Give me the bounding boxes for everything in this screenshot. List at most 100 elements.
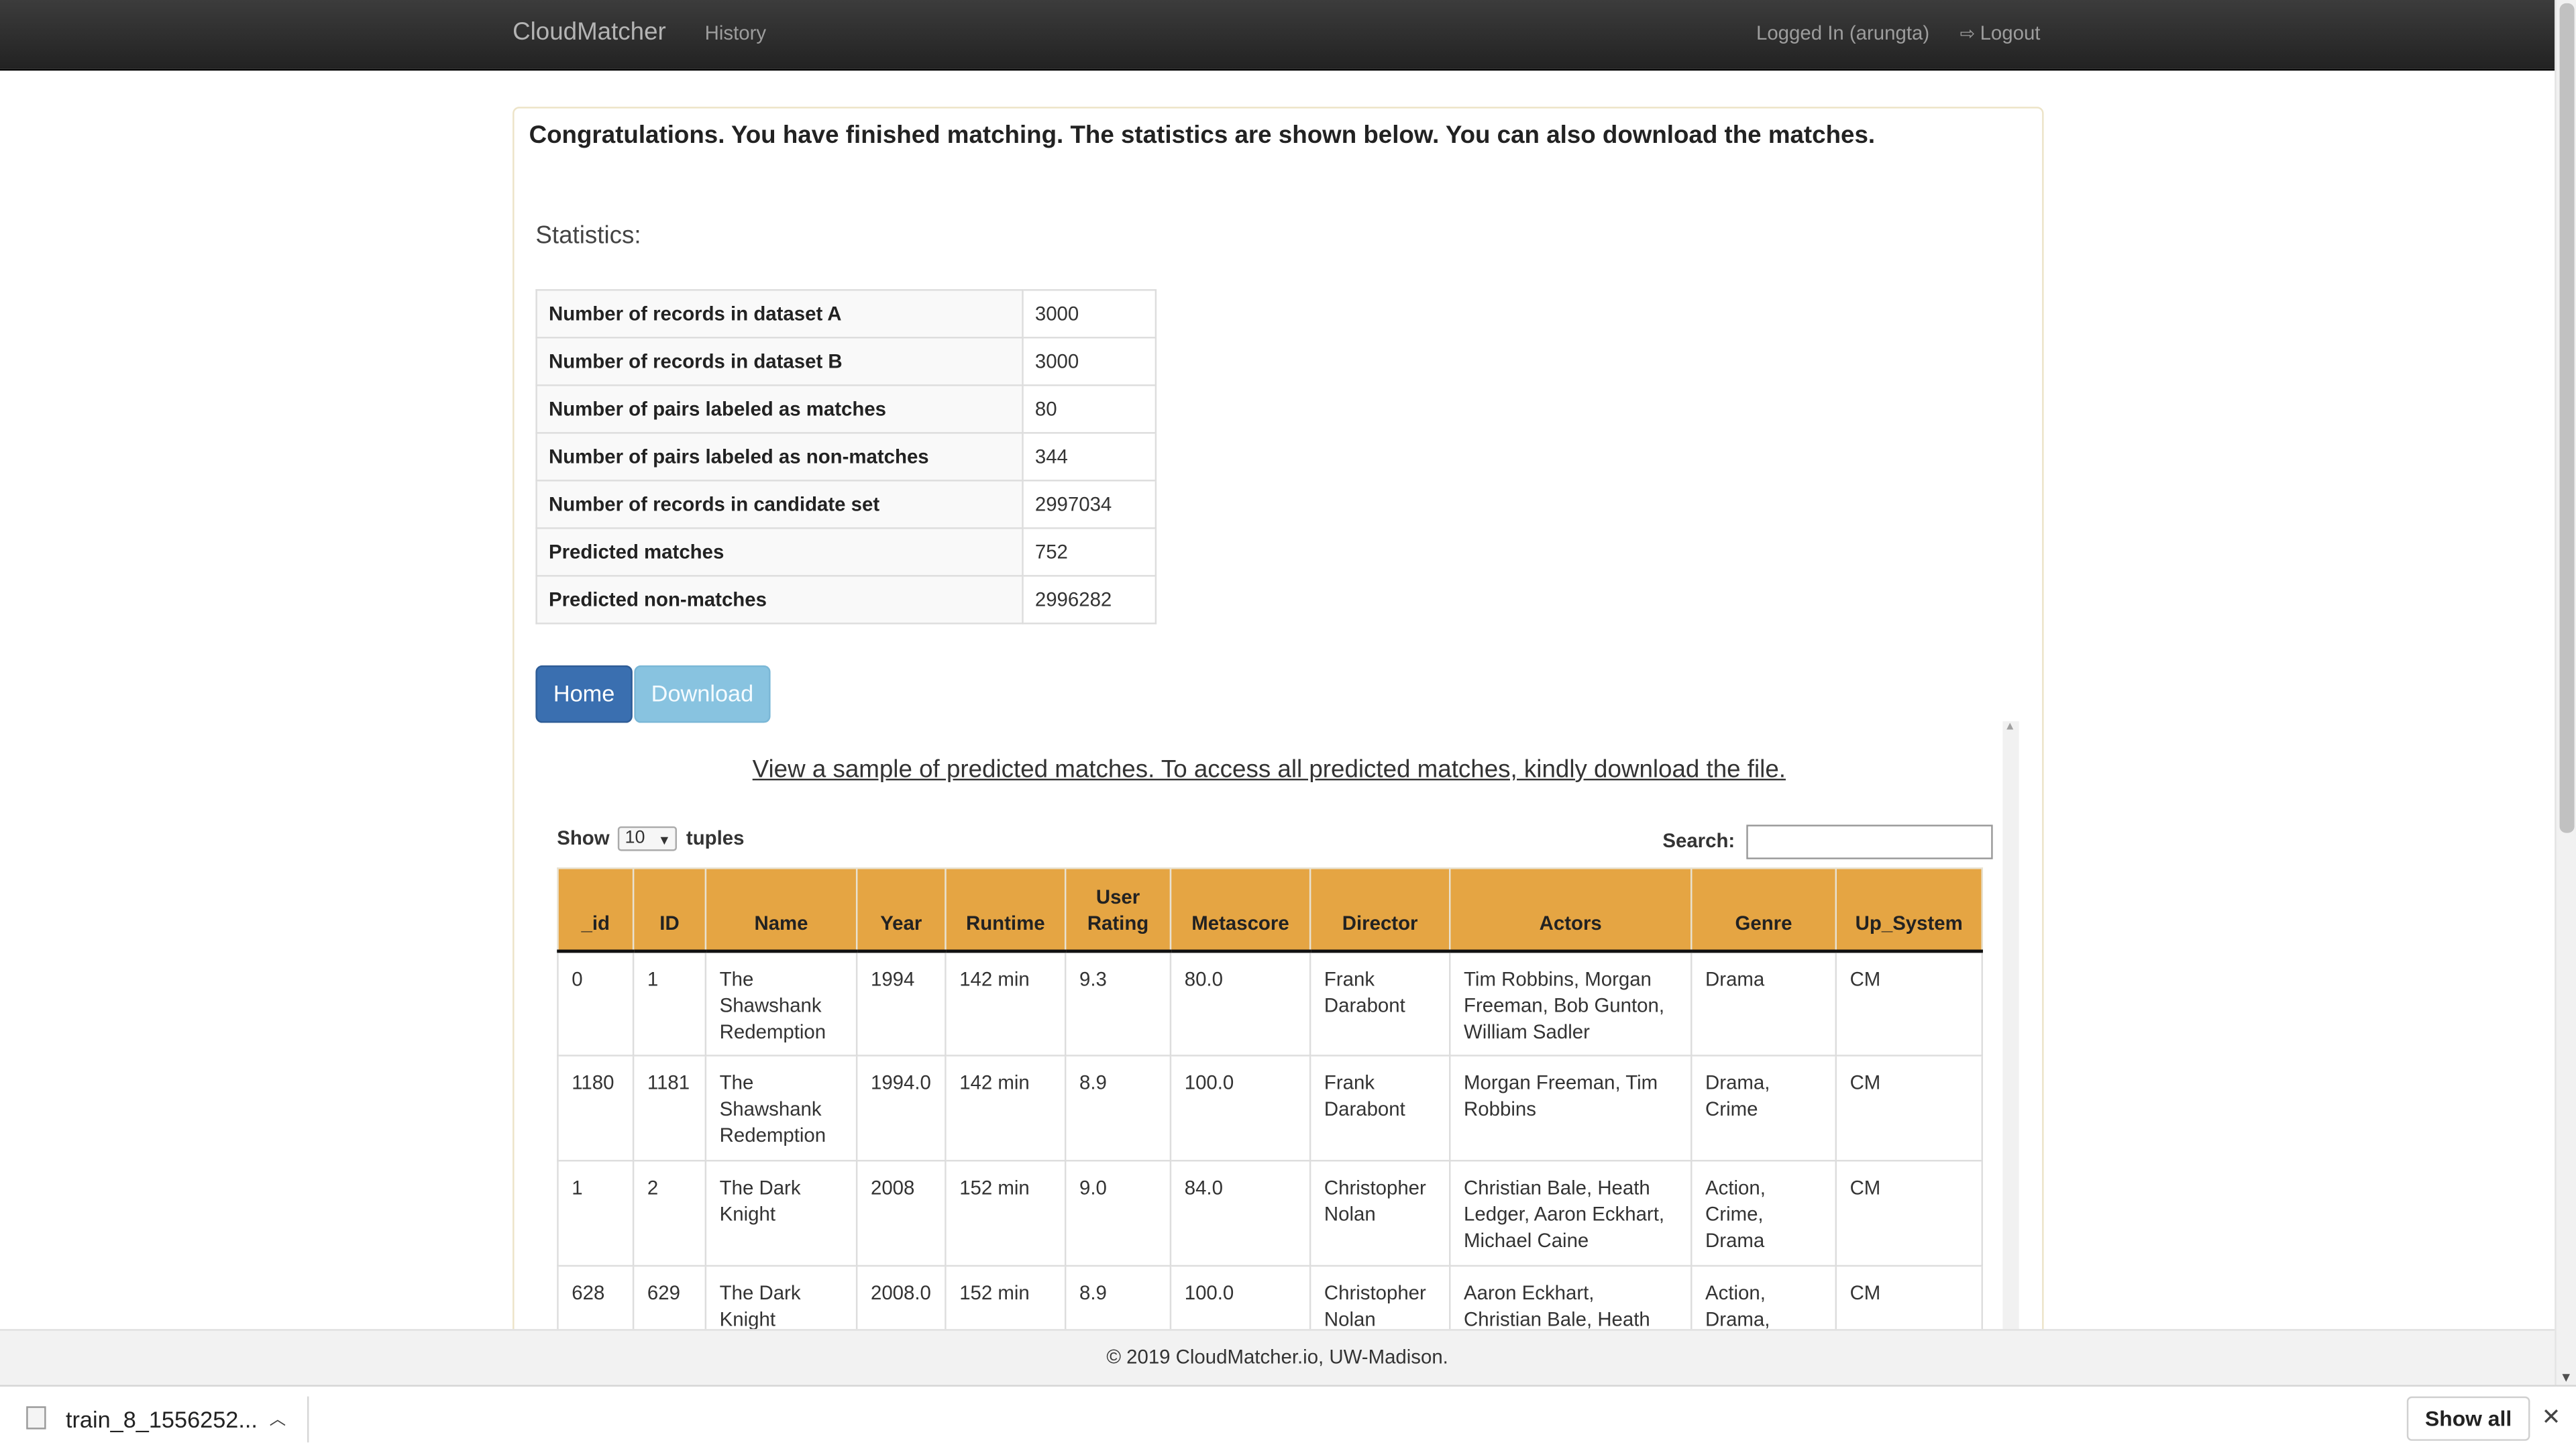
page-footer: © 2019 CloudMatcher.io, UW-Madison. bbox=[0, 1329, 2555, 1387]
table-cell: Action, Crime, Drama bbox=[1690, 1159, 1837, 1267]
column-header[interactable]: Up_System bbox=[1835, 867, 1983, 953]
table-cell: 1 bbox=[632, 949, 707, 1057]
table-cell: 1994 bbox=[855, 949, 947, 1057]
stats-label: Number of records in dataset B bbox=[535, 337, 1024, 386]
stats-value: 80 bbox=[1022, 384, 1157, 434]
page-size-value: 10 bbox=[625, 828, 645, 849]
close-icon[interactable]: ✕ bbox=[2542, 1403, 2561, 1431]
page-scrollbar[interactable]: ▼ bbox=[2555, 0, 2576, 1385]
column-header[interactable]: Metascore bbox=[1169, 867, 1311, 953]
table-cell: Tim Robbins, Morgan Freeman, Bob Gunton,… bbox=[1449, 949, 1693, 1057]
logout-icon: ⇨ bbox=[1960, 24, 1976, 45]
stats-row: Predicted non-matches 2996282 bbox=[535, 575, 1157, 625]
stats-label: Number of records in candidate set bbox=[535, 480, 1024, 529]
search-input[interactable] bbox=[1747, 824, 1994, 859]
top-navbar: CloudMatcher History Logged In (arungta)… bbox=[0, 0, 2555, 71]
logout-link[interactable]: ⇨ Logout bbox=[1960, 21, 2041, 44]
stats-row: Number of records in candidate set 299703… bbox=[535, 480, 1157, 529]
show-entries-control: Show 10 ▼ tuples bbox=[557, 826, 744, 852]
table-cell: 1994.0 bbox=[855, 1055, 947, 1162]
table-cell: 1181 bbox=[632, 1055, 707, 1162]
logout-label: Logout bbox=[1980, 21, 2041, 45]
sample-scrollbar[interactable]: ▲ bbox=[2002, 721, 2019, 1357]
scroll-down-arrow-icon[interactable]: ▼ bbox=[2560, 1370, 2573, 1385]
downloaded-file-item[interactable]: train_8_1556252... bbox=[66, 1406, 258, 1432]
table-cell: The Dark Knight bbox=[704, 1159, 858, 1267]
table-cell: 80.0 bbox=[1169, 949, 1311, 1057]
column-header[interactable]: Actors bbox=[1449, 867, 1693, 953]
stats-value: 752 bbox=[1022, 527, 1157, 577]
table-row: 1180 1181 The Shawshank Redemption 1994.0 14… bbox=[557, 1055, 1983, 1162]
sample-frame: View a sample of predicted matches. To a… bbox=[535, 721, 2019, 1357]
search-label: Search: bbox=[1662, 828, 1735, 853]
results-panel: Congratulations. You have finished match… bbox=[513, 107, 2044, 1359]
table-cell: Frank Darabont bbox=[1309, 949, 1451, 1057]
scroll-up-arrow-icon[interactable]: ▲ bbox=[2004, 721, 2016, 733]
table-cell: 142 min bbox=[945, 1055, 1067, 1162]
logged-in-user[interactable]: Logged In (arungta) bbox=[1756, 21, 1929, 44]
matches-table: _id ID Name Year Runtime User Rating Metascore… bbox=[557, 867, 1983, 1357]
stats-row: Number of records in dataset A 3000 bbox=[535, 289, 1157, 339]
table-cell: Morgan Freeman, Tim Robbins bbox=[1449, 1055, 1693, 1162]
statistics-title: Statistics: bbox=[535, 221, 641, 250]
table-cell: CM bbox=[1835, 949, 1983, 1057]
stats-label: Predicted non-matches bbox=[535, 575, 1024, 625]
table-cell: 84.0 bbox=[1169, 1159, 1311, 1267]
file-icon bbox=[26, 1406, 46, 1430]
column-header[interactable]: _id bbox=[557, 867, 635, 953]
page-size-select[interactable]: 10 ▼ bbox=[618, 826, 678, 852]
download-button[interactable]: Download bbox=[634, 665, 771, 723]
table-cell: Christian Bale, Heath Ledger, Aaron Eckh… bbox=[1449, 1159, 1693, 1267]
table-cell: 1 bbox=[557, 1159, 635, 1267]
dropdown-arrow-icon: ▼ bbox=[657, 833, 672, 849]
show-label: Show bbox=[557, 826, 610, 850]
home-button[interactable]: Home bbox=[535, 665, 633, 723]
column-header[interactable]: Director bbox=[1309, 867, 1451, 953]
stats-value: 344 bbox=[1022, 432, 1157, 482]
stats-label: Number of pairs labeled as matches bbox=[535, 384, 1024, 434]
table-cell: 9.0 bbox=[1064, 1159, 1172, 1267]
table-cell: The Shawshank Redemption bbox=[704, 949, 858, 1057]
search-control: Search: bbox=[1662, 824, 1994, 859]
table-cell: 152 min bbox=[945, 1159, 1067, 1267]
sample-matches-link[interactable]: View a sample of predicted matches. To a… bbox=[535, 756, 2002, 784]
page-scrollbar-thumb[interactable] bbox=[2559, 3, 2575, 833]
table-cell: 0 bbox=[557, 949, 635, 1057]
column-header[interactable]: User Rating bbox=[1064, 867, 1172, 953]
table-cell: 100.0 bbox=[1169, 1055, 1311, 1162]
column-header[interactable]: ID bbox=[632, 867, 707, 953]
column-header[interactable]: Year bbox=[855, 867, 947, 953]
table-cell: 8.9 bbox=[1064, 1055, 1172, 1162]
column-header[interactable]: Genre bbox=[1690, 867, 1837, 953]
download-shelf: train_8_1556252... ︿ Show all ✕ bbox=[0, 1385, 2576, 1449]
table-cell: Drama bbox=[1690, 949, 1837, 1057]
congrats-message: Congratulations. You have finished match… bbox=[529, 121, 1876, 150]
stats-row: Number of pairs labeled as non-matches 34… bbox=[535, 432, 1157, 482]
table-row: 0 1 The Shawshank Redemption 1994 142 min 9.3… bbox=[557, 949, 1983, 1057]
nav-history-link[interactable]: History bbox=[705, 21, 766, 44]
table-cell: 142 min bbox=[945, 949, 1067, 1057]
stats-row: Predicted matches 752 bbox=[535, 527, 1157, 577]
stats-label: Number of records in dataset A bbox=[535, 289, 1024, 339]
stats-label: Predicted matches bbox=[535, 527, 1024, 577]
chevron-up-icon[interactable]: ︿ bbox=[270, 1405, 286, 1430]
shelf-divider bbox=[307, 1396, 309, 1443]
stats-row: Number of pairs labeled as matches 80 bbox=[535, 384, 1157, 434]
table-cell: CM bbox=[1835, 1055, 1983, 1162]
table-cell: Christopher Nolan bbox=[1309, 1159, 1451, 1267]
stats-row: Number of records in dataset B 3000 bbox=[535, 337, 1157, 386]
stats-value: 3000 bbox=[1022, 337, 1157, 386]
table-cell: 2008 bbox=[855, 1159, 947, 1267]
table-cell: 2 bbox=[632, 1159, 707, 1267]
statistics-table: Number of records in dataset A 3000 Number… bbox=[535, 289, 1157, 625]
show-all-button[interactable]: Show all bbox=[2406, 1396, 2530, 1441]
table-cell: 1180 bbox=[557, 1055, 635, 1162]
column-header[interactable]: Runtime bbox=[945, 867, 1067, 953]
brand-link[interactable]: CloudMatcher bbox=[513, 18, 666, 46]
table-cell: CM bbox=[1835, 1159, 1983, 1267]
column-header[interactable]: Name bbox=[704, 867, 858, 953]
stats-value: 2996282 bbox=[1022, 575, 1157, 625]
table-cell: Frank Darabont bbox=[1309, 1055, 1451, 1162]
stats-label: Number of pairs labeled as non-matches bbox=[535, 432, 1024, 482]
table-cell: Drama, Crime bbox=[1690, 1055, 1837, 1162]
